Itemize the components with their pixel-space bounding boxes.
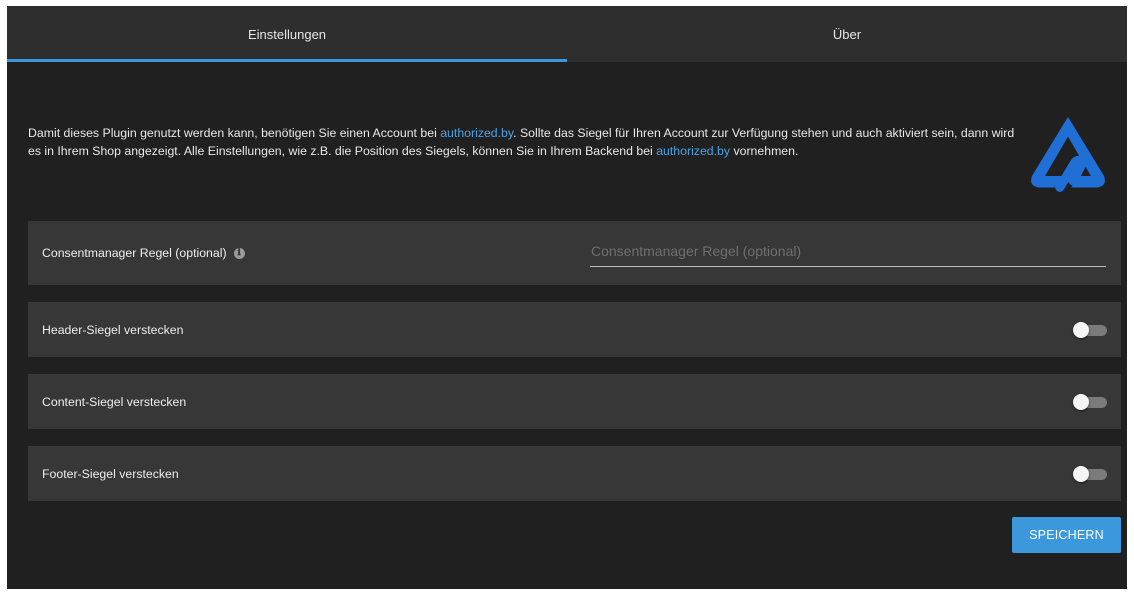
consent-rule-label-text: Consentmanager Regel (optional): [42, 246, 227, 260]
intro-text: Damit dieses Plugin genutzt werden kann,…: [28, 124, 1028, 160]
intro-text-part-3: vornehmen.: [730, 144, 799, 158]
tab-ueber-label: Über: [832, 26, 862, 42]
tab-ueber[interactable]: Über: [567, 6, 1127, 62]
content-seal-label: Content-Siegel verstecken: [42, 394, 187, 409]
footer-seal-label: Footer-Siegel verstecken: [42, 466, 179, 481]
consent-rule-label: Consentmanager Regel (optional) ℹ: [42, 246, 245, 260]
consent-rule-field: [590, 237, 1107, 267]
authorized-by-link-2[interactable]: authorized.by: [656, 144, 730, 158]
authorized-by-logo-icon: [1031, 116, 1105, 192]
toggle-thumb: [1073, 465, 1089, 482]
plugin-config-window: Einstellungen Über Damit dieses Plugin g…: [7, 6, 1127, 589]
consent-rule-row: Consentmanager Regel (optional) ℹ: [28, 221, 1121, 285]
authorized-by-link-1[interactable]: authorized.by: [440, 126, 513, 140]
toggle-thumb: [1073, 393, 1089, 410]
footer-seal-row: Footer-Siegel verstecken: [28, 446, 1121, 501]
consent-rule-input[interactable]: [590, 237, 1107, 265]
content-seal-toggle[interactable]: [1073, 393, 1107, 410]
content-seal-row: Content-Siegel verstecken: [28, 374, 1121, 429]
toggle-thumb: [1073, 321, 1089, 338]
header-seal-row: Header-Siegel verstecken: [28, 302, 1121, 357]
header-seal-toggle[interactable]: [1073, 321, 1107, 338]
intro-text-part-1: Damit dieses Plugin genutzt werden kann,…: [28, 126, 441, 140]
tab-bar: Einstellungen Über: [7, 6, 1127, 62]
tab-einstellungen-label: Einstellungen: [247, 26, 327, 42]
info-icon[interactable]: ℹ: [233, 247, 245, 259]
save-button[interactable]: SPEICHERN: [1012, 517, 1121, 553]
tab-einstellungen[interactable]: Einstellungen: [7, 6, 567, 62]
footer-seal-toggle[interactable]: [1073, 465, 1107, 482]
header-seal-label: Header-Siegel verstecken: [42, 322, 184, 337]
